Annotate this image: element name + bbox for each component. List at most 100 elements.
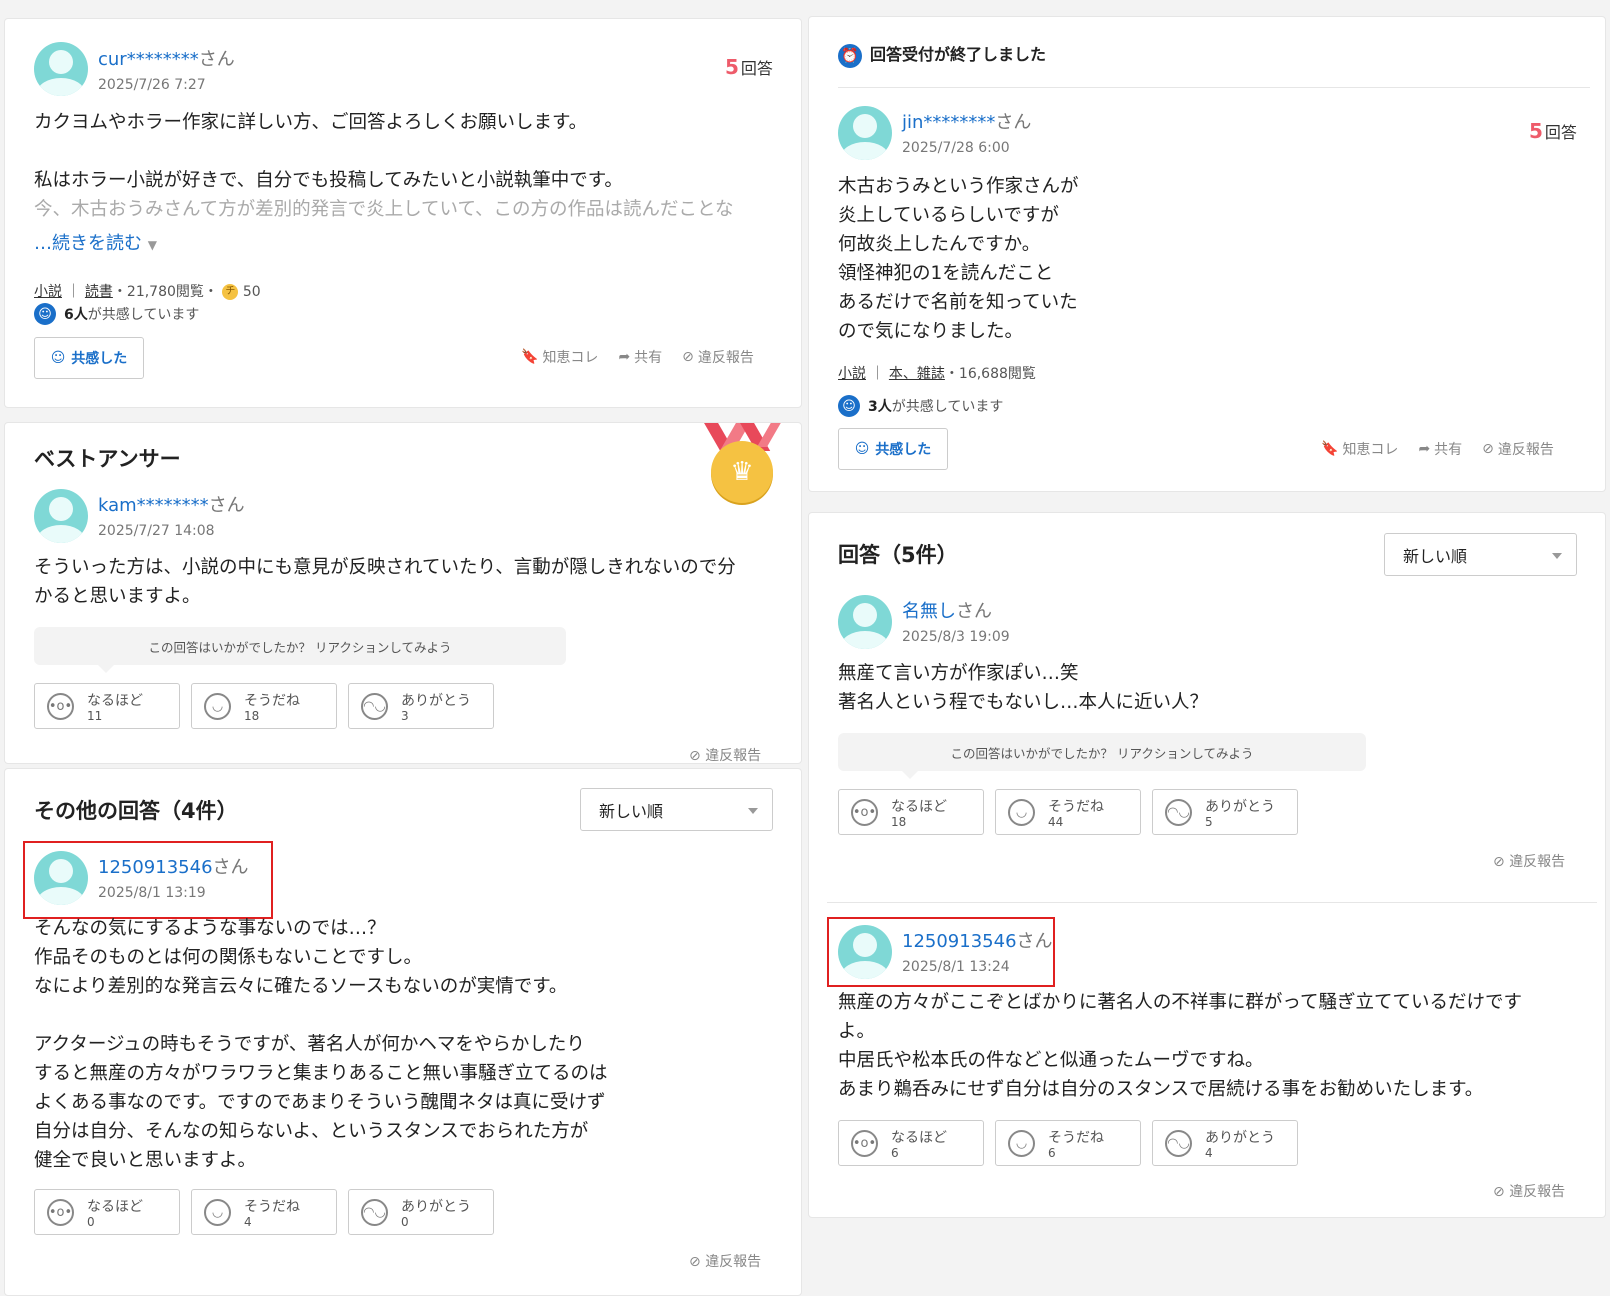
closed-notice: ⏰ 回答受付が終了しました [838,41,1046,68]
reaction-prompt: この回答はいかがでしたか？ リアクションしてみよう [34,627,566,673]
question-card-left: cur********さん 2025/7/26 7:27 5 回答 カクヨムやホラ… [4,18,802,408]
question-body: 木古おうみという作家さんが 炎上しているらしいですが 何故炎上したんですか。 領… [838,176,1079,342]
grin-face-icon: ◠◡ [1165,799,1192,826]
report-icon: ⊘ [1493,1184,1505,1200]
view-count: ・21,780閲覧・ [112,284,218,300]
avatar[interactable] [34,42,88,96]
reaction-naruhodo-button[interactable]: •o• なるほど 11 [34,683,180,729]
answerer-name[interactable]: 1250913546さん [98,853,249,879]
answer-date: 2025/8/3 19:09 [902,629,1010,645]
divider [838,87,1590,88]
bookmark-button[interactable]: 🔖 知恵コレ [521,347,598,367]
report-icon: ⊘ [1493,854,1505,870]
smile-face-icon: ◡ [204,693,231,720]
avatar[interactable] [34,489,88,543]
view-count: ・16,688閲覧 [944,366,1036,382]
report-icon: ⊘ [1482,441,1494,457]
grin-face-icon: ◠◡ [361,1199,388,1226]
answerer-name[interactable]: 名無しさん [902,597,992,623]
coin-count: 50 [242,284,261,300]
bookmark-button[interactable]: 🔖 知恵コレ [1321,439,1398,459]
share-button[interactable]: ➦ 共有 [1418,439,1462,459]
category-link[interactable]: 本、雑誌 [889,366,945,382]
answer-count: 5 回答 [1529,119,1577,143]
reaction-arigatou-button[interactable]: ◠◡ ありがとう 4 [1152,1120,1298,1166]
answerer-name[interactable]: kam********さん [98,491,245,517]
surprised-face-icon: •o• [47,1199,74,1226]
report-icon: ⊘ [682,349,694,365]
report-button[interactable]: ⊘ 違反報告 [1493,1181,1565,1201]
reaction-soudane-button[interactable]: ◡ そうだね 4 [191,1189,337,1235]
question-body-faded: 今、木古おうみさんて方が差別的発言で炎上していて、この方の作品は読んだことな [34,199,734,220]
category-link[interactable]: 小説 [34,284,62,300]
question-card-right: ⏰ 回答受付が終了しました jin********さん 2025/7/28 6:0… [808,16,1606,492]
smile-icon: ☺ [838,395,860,417]
question-date: 2025/7/26 7:27 [98,77,206,93]
question-meta: 小説 ｜ 本、雑誌・16,688閲覧 [838,366,1036,382]
report-button[interactable]: ⊘ 違反報告 [689,1251,761,1271]
avatar[interactable] [838,106,892,160]
smile-face-icon: ◡ [1008,1130,1035,1157]
share-button[interactable]: ➦ 共有 [618,347,662,367]
chevron-down-icon [1552,552,1562,559]
report-button[interactable]: ⊘ 違反報告 [682,347,754,367]
avatar[interactable] [838,925,892,979]
reaction-naruhodo-button[interactable]: •o• なるほど 0 [34,1189,180,1235]
empathy-button[interactable]: ☺ 共感した [34,337,144,379]
other-answers-heading: その他の回答（4件） [34,799,238,823]
sort-select[interactable]: 新しい順 [1384,533,1577,576]
share-icon: ➦ [618,349,631,365]
empathy-status: ☺ 6人 が共感しています [34,303,199,325]
report-button[interactable]: ⊘ 違反報告 [1493,851,1565,871]
answer-body: 無産の方々がここぞとばかりに著名人の不祥事に群がって騒ぎ立てているだけです よ。… [838,992,1522,1100]
medal-icon: ♛ [701,423,784,505]
report-icon: ⊘ [689,748,701,764]
question-actions: 🔖 知恵コレ ➦ 共有 ⊘ 違反報告 [1321,439,1554,459]
avatar[interactable] [838,595,892,649]
reaction-soudane-button[interactable]: ◡ そうだね 44 [995,789,1141,835]
questioner-name[interactable]: cur********さん [98,45,235,71]
avatar[interactable] [34,851,88,905]
questioner-name[interactable]: jin********さん [902,108,1031,134]
surprised-face-icon: •o• [47,693,74,720]
category-link[interactable]: 読書 [85,284,113,300]
report-icon: ⊘ [689,1254,701,1270]
question-body: カクヨムやホラー作家に詳しい方、ご回答よろしくお願いします。 私はホラー小説が好… [34,112,623,191]
answer-body: そういった方は、小説の中にも意見が反映されていたり、言動が隠しきれないので分 か… [34,557,736,607]
empathy-status: ☺ 3人 が共感しています [838,395,1003,417]
caret-down-icon: ▼ [147,238,157,252]
coin-icon: チ [222,284,239,300]
answer-date: 2025/7/27 14:08 [98,523,215,539]
smile-icon: ☺ [50,350,66,366]
smile-icon: ☺ [34,303,56,325]
report-button[interactable]: ⊘ 違反報告 [1482,439,1554,459]
reaction-naruhodo-button[interactable]: •o• なるほど 18 [838,789,984,835]
reaction-arigatou-button[interactable]: ◠◡ ありがとう 3 [348,683,494,729]
chevron-down-icon [748,807,758,814]
reaction-soudane-button[interactable]: ◡ そうだね 18 [191,683,337,729]
empathy-button[interactable]: ☺ 共感した [838,428,948,470]
best-answer-heading: ベストアンサー [34,447,181,471]
question-meta: 小説 ｜ 読書・21,780閲覧・ チ 50 [34,284,261,300]
reaction-naruhodo-button[interactable]: •o• なるほど 6 [838,1120,984,1166]
answer-body: 無産て言い方が作家ぽい…笑 著名人という程でもないし…本人に近い人？ [838,663,1209,713]
category-link[interactable]: 小説 [838,366,866,382]
read-more-link[interactable]: …続きを読む ▼ [34,229,157,255]
bookmark-icon: 🔖 [1321,441,1339,457]
grin-face-icon: ◠◡ [361,693,388,720]
question-date: 2025/7/28 6:00 [902,140,1010,156]
best-answer-card: ベストアンサー ♛ kam********さん 2025/7/27 14:08 … [4,422,802,764]
answerer-name[interactable]: 1250913546さん [902,927,1053,953]
answer-body: そんなの気にするような事ないのでは…？ 作品そのものとは何の関係もないことですし… [34,918,608,1171]
answers-heading: 回答（5件） [838,543,958,567]
reaction-prompt: この回答はいかがでしたか？ リアクションしてみよう [838,733,1366,779]
reaction-soudane-button[interactable]: ◡ そうだね 6 [995,1120,1141,1166]
report-button[interactable]: ⊘ 違反報告 [689,745,761,764]
sort-select[interactable]: 新しい順 [580,788,773,831]
reaction-arigatou-button[interactable]: ◠◡ ありがとう 0 [348,1189,494,1235]
reaction-arigatou-button[interactable]: ◠◡ ありがとう 5 [1152,789,1298,835]
bookmark-icon: 🔖 [521,349,539,365]
question-actions: 🔖 知恵コレ ➦ 共有 ⊘ 違反報告 [521,347,754,367]
other-answers-card: その他の回答（4件） 新しい順 1250913546さん 2025/8/1 13… [4,768,802,1296]
share-icon: ➦ [1418,441,1431,457]
